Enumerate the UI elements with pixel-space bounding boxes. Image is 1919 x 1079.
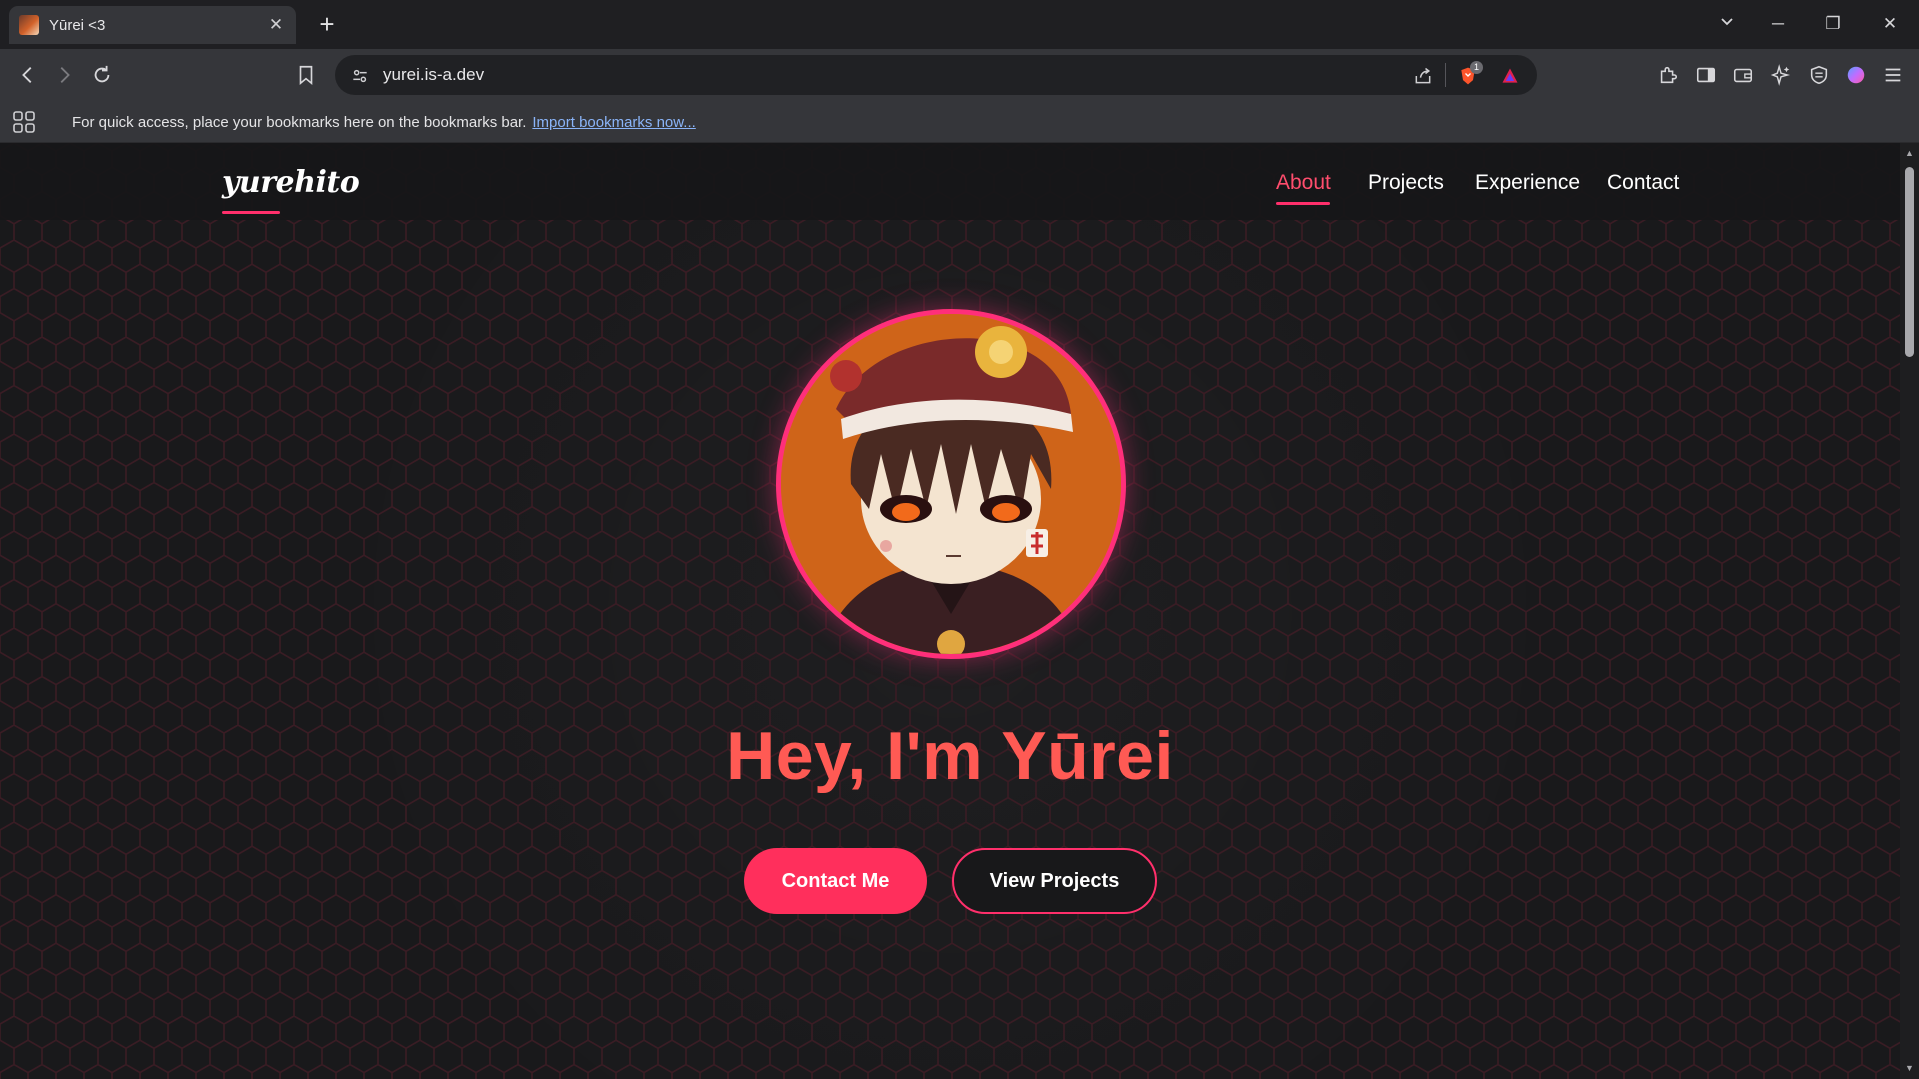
wallet-button[interactable] bbox=[1728, 60, 1758, 90]
url-text[interactable]: yurei.is-a.dev bbox=[383, 65, 484, 85]
shields-badge: 1 bbox=[1470, 61, 1483, 74]
reload-button[interactable] bbox=[87, 60, 117, 90]
logo-underline bbox=[222, 211, 280, 214]
nav-about[interactable]: About bbox=[1276, 171, 1331, 195]
bookmark-icon bbox=[299, 65, 313, 86]
extensions-icon bbox=[1660, 66, 1678, 84]
restore-button[interactable]: ❐ bbox=[1813, 8, 1853, 40]
brave-shields-button[interactable]: 1 bbox=[1455, 61, 1483, 89]
address-bar[interactable]: yurei.is-a.dev 1 bbox=[335, 55, 1537, 95]
site-logo[interactable]: yurehito bbox=[222, 165, 360, 200]
back-button[interactable] bbox=[13, 60, 43, 90]
extensions-button[interactable] bbox=[1653, 60, 1683, 90]
nav-projects[interactable]: Projects bbox=[1368, 171, 1444, 195]
omnibox-divider bbox=[1445, 63, 1446, 87]
sidebar-icon bbox=[1696, 67, 1716, 83]
scrollbar-thumb[interactable] bbox=[1905, 167, 1914, 357]
profile-avatar bbox=[776, 309, 1126, 659]
reload-icon bbox=[94, 65, 110, 83]
window-close-button[interactable]: ✕ bbox=[1870, 8, 1910, 40]
site-settings-button[interactable] bbox=[347, 63, 373, 89]
share-button[interactable] bbox=[1410, 63, 1436, 89]
leo-ai-button[interactable] bbox=[1766, 60, 1796, 90]
brave-rewards-button[interactable] bbox=[1497, 63, 1523, 89]
profile-icon bbox=[1847, 66, 1865, 84]
brave-rewards-icon bbox=[1502, 68, 1518, 83]
vpn-button[interactable] bbox=[1804, 60, 1834, 90]
view-projects-button[interactable]: View Projects bbox=[952, 848, 1157, 914]
anime-character-avatar-icon bbox=[781, 314, 1121, 654]
site-settings-icon bbox=[353, 69, 367, 83]
chevron-down-icon bbox=[1721, 18, 1733, 26]
new-tab-button[interactable]: + bbox=[312, 10, 342, 40]
tab-strip: Yūrei <3 ✕ + ─ ❐ ✕ bbox=[0, 0, 1919, 49]
bookmarks-message: For quick access, place your bookmarks h… bbox=[72, 114, 696, 131]
minimize-button[interactable]: ─ bbox=[1758, 8, 1798, 40]
menu-icon bbox=[1885, 68, 1901, 82]
nav-experience[interactable]: Experience bbox=[1475, 171, 1580, 195]
bookmark-button[interactable] bbox=[291, 60, 321, 90]
bookmarks-bar: For quick access, place your bookmarks h… bbox=[0, 101, 1919, 143]
nav-contact[interactable]: Contact bbox=[1607, 171, 1679, 195]
active-tab[interactable]: Yūrei <3 ✕ bbox=[9, 6, 296, 44]
menu-button[interactable] bbox=[1878, 60, 1908, 90]
leo-ai-icon bbox=[1770, 64, 1791, 86]
forward-icon bbox=[60, 67, 70, 83]
nav-active-indicator bbox=[1276, 202, 1330, 205]
site-favicon-icon bbox=[19, 15, 39, 35]
hero-title: Hey, I'm Yūrei bbox=[726, 718, 1174, 794]
profile-button[interactable] bbox=[1841, 60, 1871, 90]
browser-toolbar: yurei.is-a.dev 1 bbox=[0, 49, 1919, 101]
apps-grid-icon bbox=[13, 111, 35, 133]
contact-me-button[interactable]: Contact Me bbox=[744, 848, 927, 914]
vpn-icon bbox=[1810, 65, 1828, 85]
apps-button[interactable] bbox=[12, 110, 36, 134]
import-bookmarks-link[interactable]: Import bookmarks now... bbox=[532, 114, 695, 131]
site-navbar: yurehito About Projects Experience Conta… bbox=[0, 143, 1900, 220]
wallet-icon bbox=[1733, 68, 1753, 83]
scroll-up-arrow-icon[interactable]: ▲ bbox=[1904, 148, 1915, 159]
page-viewport: yurehito About Projects Experience Conta… bbox=[0, 143, 1900, 1079]
tab-title: Yūrei <3 bbox=[49, 17, 106, 34]
bookmarks-hint: For quick access, place your bookmarks h… bbox=[72, 114, 527, 131]
tab-close-icon[interactable]: ✕ bbox=[264, 13, 288, 37]
forward-button[interactable] bbox=[49, 60, 79, 90]
scroll-down-arrow-icon[interactable]: ▼ bbox=[1904, 1063, 1915, 1074]
tab-list-button[interactable] bbox=[1707, 8, 1747, 40]
sidebar-button[interactable] bbox=[1691, 60, 1721, 90]
back-icon bbox=[22, 67, 32, 83]
page-scrollbar[interactable]: ▲ ▼ bbox=[1900, 143, 1919, 1079]
share-icon bbox=[1415, 67, 1431, 84]
